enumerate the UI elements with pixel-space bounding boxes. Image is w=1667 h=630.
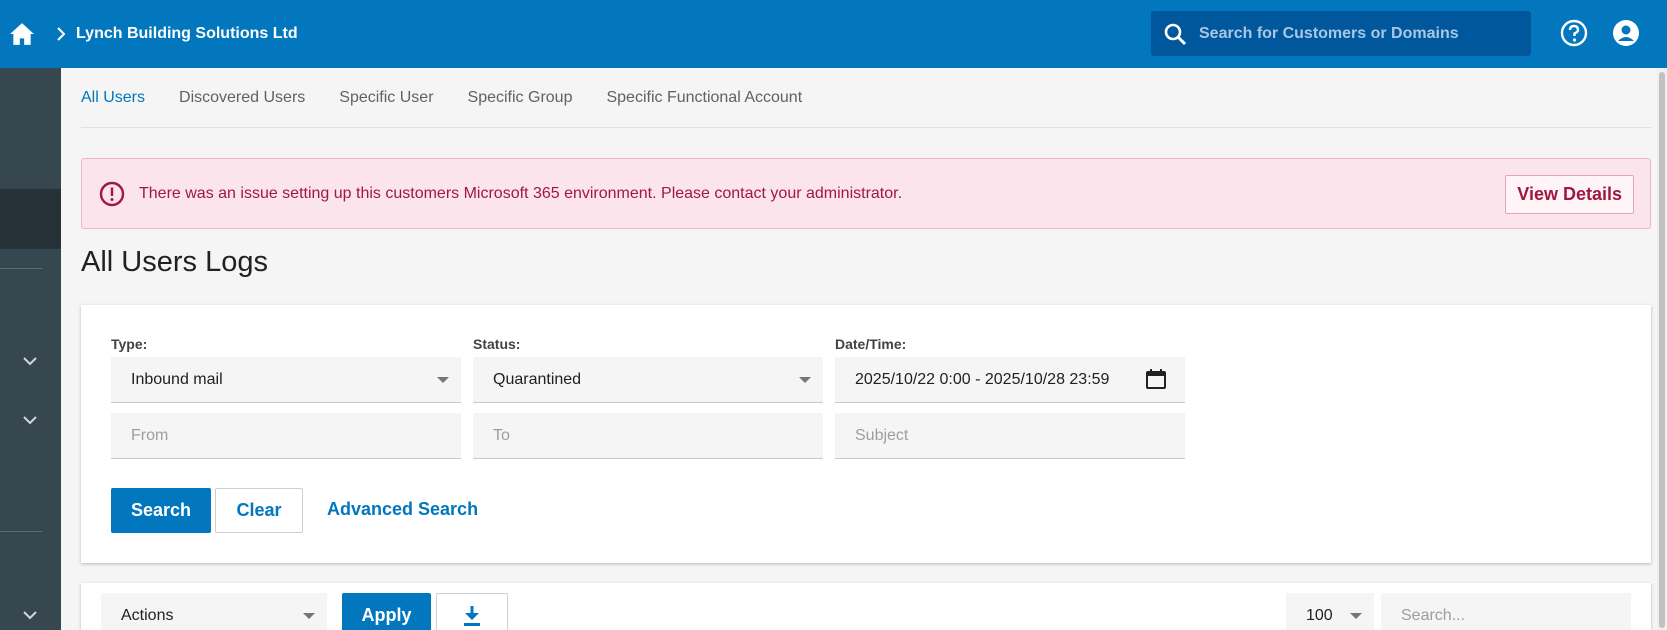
from-input[interactable]: From	[111, 413, 461, 459]
status-select[interactable]: Quarantined	[473, 357, 823, 403]
tab-specific-group[interactable]: Specific Group	[468, 89, 573, 107]
type-select[interactable]: Inbound mail	[111, 357, 461, 403]
advanced-search-link[interactable]: Advanced Search	[327, 499, 478, 520]
chevron-down-icon[interactable]	[20, 410, 40, 430]
from-placeholder: From	[131, 426, 169, 444]
dropdown-caret-icon	[799, 377, 811, 383]
page-size-value: 100	[1306, 606, 1333, 624]
sidebar-divider	[0, 268, 42, 269]
error-alert: There was an issue setting up this custo…	[81, 158, 1651, 229]
home-icon[interactable]	[0, 0, 44, 68]
tab-specific-user[interactable]: Specific User	[339, 89, 433, 107]
search-icon	[1151, 22, 1199, 46]
actions-select-value: Actions	[121, 606, 174, 624]
user-tabs: All Users Discovered Users Specific User…	[81, 68, 1651, 128]
to-placeholder: To	[493, 426, 510, 444]
page-scrollbar[interactable]	[1657, 68, 1667, 630]
sidebar-item-active[interactable]	[0, 189, 61, 249]
search-button[interactable]: Search	[111, 488, 211, 533]
status-select-value: Quarantined	[493, 370, 582, 388]
subject-input[interactable]: Subject	[835, 413, 1185, 459]
actions-select[interactable]: Actions	[101, 593, 327, 630]
page-size-select[interactable]: 100	[1286, 593, 1374, 630]
tab-all-users[interactable]: All Users	[81, 89, 145, 107]
tab-specific-functional-account[interactable]: Specific Functional Account	[606, 89, 802, 107]
filter-card: Type: Inbound mail Status: Quarantined D…	[81, 305, 1651, 563]
global-search[interactable]	[1151, 11, 1531, 56]
chevron-right-icon	[56, 27, 66, 41]
dropdown-caret-icon	[303, 613, 315, 619]
calendar-icon[interactable]	[1145, 368, 1167, 395]
global-search-input[interactable]	[1199, 24, 1509, 43]
table-toolbar: Actions Apply 100 Search...	[81, 583, 1651, 630]
alert-message: There was an issue setting up this custo…	[139, 184, 903, 202]
download-icon	[464, 605, 480, 626]
to-input[interactable]: To	[473, 413, 823, 459]
type-select-value: Inbound mail	[131, 370, 223, 388]
datetime-field[interactable]: 2025/10/22 0:00 - 2025/10/28 23:59	[835, 357, 1185, 403]
chevron-down-icon[interactable]	[20, 605, 40, 625]
chevron-down-icon[interactable]	[20, 351, 40, 371]
subject-placeholder: Subject	[855, 426, 909, 444]
table-search-placeholder: Search...	[1401, 606, 1466, 624]
status-label: Status:	[473, 336, 521, 352]
datetime-label: Date/Time:	[835, 336, 907, 352]
sidebar	[0, 68, 61, 630]
sidebar-divider	[0, 531, 42, 532]
datetime-value: 2025/10/22 0:00 - 2025/10/28 23:59	[855, 370, 1110, 388]
type-label: Type:	[111, 336, 148, 352]
top-bar: Lynch Building Solutions Ltd	[0, 0, 1667, 68]
download-button[interactable]	[436, 593, 508, 630]
help-icon[interactable]	[1560, 19, 1588, 52]
view-details-button[interactable]: View Details	[1505, 175, 1634, 214]
account-icon[interactable]	[1612, 19, 1640, 52]
tab-discovered-users[interactable]: Discovered Users	[179, 89, 305, 107]
page-title: All Users Logs	[81, 246, 268, 278]
clear-button[interactable]: Clear	[215, 488, 303, 533]
scrollbar-thumb[interactable]	[1659, 72, 1665, 628]
table-search-input[interactable]: Search...	[1381, 593, 1631, 630]
error-icon	[99, 181, 125, 207]
breadcrumb[interactable]: Lynch Building Solutions Ltd	[76, 25, 298, 43]
apply-button[interactable]: Apply	[342, 593, 431, 630]
dropdown-caret-icon	[1350, 613, 1362, 619]
dropdown-caret-icon	[437, 377, 449, 383]
